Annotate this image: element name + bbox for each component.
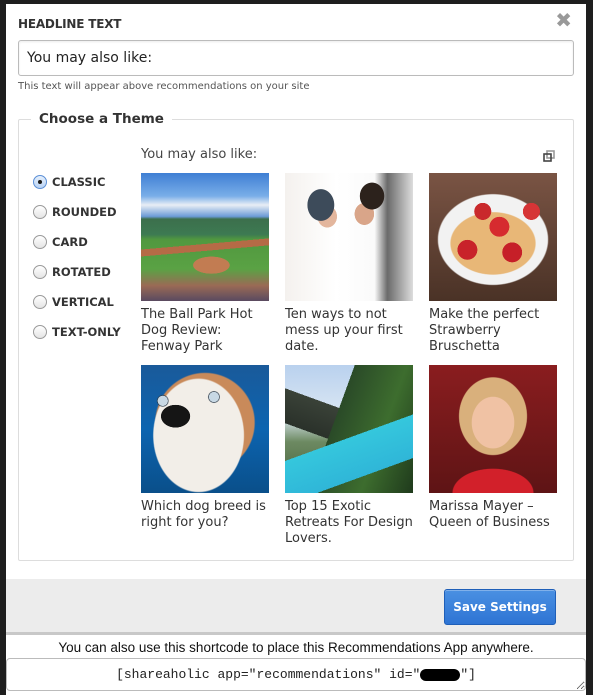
recommendation-title[interactable]: Make the perfect Strawberry Bruschetta xyxy=(429,307,557,355)
bruschetta-thumbnail[interactable] xyxy=(429,173,557,301)
recommendation-title[interactable]: Ten ways to not mess up your first date. xyxy=(285,307,413,355)
recommendation-card[interactable]: Top 15 Exotic Retreats For Design Lovers… xyxy=(285,365,413,547)
recommendation-card[interactable]: Make the perfect Strawberry Bruschetta xyxy=(429,173,557,355)
theme-options: CLASSIC ROUNDED CARD ROTATED VERTICAL TE… xyxy=(33,167,121,347)
theme-option-label: VERTICAL xyxy=(52,295,114,309)
radio-checked-icon[interactable] xyxy=(33,175,47,189)
recommendations-grid: The Ball Park Hot Dog Review: Fenway Par… xyxy=(141,173,561,547)
recommendation-card[interactable]: The Ball Park Hot Dog Review: Fenway Par… xyxy=(141,173,269,355)
theme-option-text-only[interactable]: TEXT-ONLY xyxy=(33,317,121,347)
recommendations-preview: You may also like: The Ball Park Hot Dog… xyxy=(141,147,561,547)
theme-option-rounded[interactable]: ROUNDED xyxy=(33,197,121,227)
recommendation-title[interactable]: Top 15 Exotic Retreats For Design Lovers… xyxy=(285,499,413,547)
redacted-id xyxy=(420,668,461,681)
theme-fieldset: Choose a Theme CLASSIC ROUNDED CARD ROTA… xyxy=(18,111,574,561)
radio-icon[interactable] xyxy=(33,205,47,219)
theme-option-label: TEXT-ONLY xyxy=(52,325,121,339)
theme-option-label: ROTATED xyxy=(52,265,111,279)
dog-thumbnail[interactable] xyxy=(141,365,269,493)
shortcode-textarea[interactable]: [shareaholic app="recommendations" id=" "… xyxy=(6,658,586,691)
preview-title: You may also like: xyxy=(141,147,258,162)
theme-option-label: ROUNDED xyxy=(52,205,117,219)
theme-option-label: CARD xyxy=(52,235,88,249)
recommendation-title[interactable]: Which dog breed is right for you? xyxy=(141,499,269,547)
close-icon[interactable]: ✖ xyxy=(555,10,572,30)
radio-icon[interactable] xyxy=(33,325,47,339)
headline-label: HEADLINE TEXT xyxy=(18,17,122,31)
baseball-stadium-thumbnail[interactable] xyxy=(141,173,269,301)
radio-icon[interactable] xyxy=(33,265,47,279)
shortcode-suffix: "] xyxy=(460,667,476,682)
shortcode-note: You can also use this shortcode to place… xyxy=(58,640,534,655)
recommendations-settings-modal: ✖ HEADLINE TEXT This text will appear ab… xyxy=(6,4,586,695)
popout-icon[interactable] xyxy=(543,150,555,162)
couple-thumbnail[interactable] xyxy=(285,173,413,301)
shortcode-prefix: [shareaholic app="recommendations" id=" xyxy=(116,667,421,682)
theme-option-classic[interactable]: CLASSIC xyxy=(33,167,121,197)
portrait-thumbnail[interactable] xyxy=(429,365,557,493)
theme-option-vertical[interactable]: VERTICAL xyxy=(33,287,121,317)
radio-icon[interactable] xyxy=(33,235,47,249)
theme-legend: Choose a Theme xyxy=(39,111,164,127)
theme-option-card[interactable]: CARD xyxy=(33,227,121,257)
recommendation-card[interactable]: Which dog breed is right for you? xyxy=(141,365,269,547)
recommendation-card[interactable]: Ten ways to not mess up your first date. xyxy=(285,173,413,355)
recommendation-title[interactable]: The Ball Park Hot Dog Review: Fenway Par… xyxy=(141,307,269,355)
theme-option-label: CLASSIC xyxy=(52,175,106,189)
recommendation-card[interactable]: Marissa Mayer – Queen of Business xyxy=(429,365,557,547)
radio-icon[interactable] xyxy=(33,295,47,309)
headline-input[interactable] xyxy=(18,40,574,76)
theme-option-rotated[interactable]: ROTATED xyxy=(33,257,121,287)
modal-footer: Save Settings xyxy=(6,579,586,635)
headline-help-text: This text will appear above recommendati… xyxy=(18,81,310,92)
save-settings-button[interactable]: Save Settings xyxy=(444,589,556,625)
recommendation-title[interactable]: Marissa Mayer – Queen of Business xyxy=(429,499,557,547)
tropical-pool-thumbnail[interactable] xyxy=(285,365,413,493)
